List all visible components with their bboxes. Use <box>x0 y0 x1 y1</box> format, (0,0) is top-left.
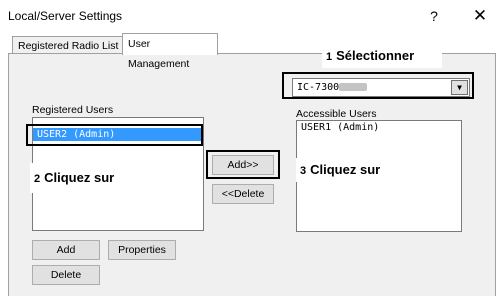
delete-user-button[interactable]: Delete <box>32 265 100 285</box>
tab-user-management[interactable]: User Management <box>122 33 218 70</box>
callout-2-text: Cliquez sur <box>44 170 115 185</box>
callout-1-number: 1 <box>326 51 333 63</box>
help-button[interactable]: ? <box>422 6 446 26</box>
accessible-users-label: Accessible Users <box>296 108 377 120</box>
radio-select[interactable]: IC-7300 ▼ <box>292 78 470 97</box>
delete-from-accessible-button[interactable]: <<Delete <box>212 184 274 204</box>
close-icon[interactable]: ✕ <box>468 6 492 26</box>
list-item[interactable]: USER1 (Admin) <box>297 121 461 134</box>
add-to-accessible-button[interactable]: Add>> <box>212 155 274 175</box>
callout-3: 3 Cliquez sur <box>296 158 428 182</box>
radio-select-value: IC-7300 <box>297 82 340 93</box>
callout-1: 1 Sélectionner <box>322 44 442 68</box>
callout-2-number: 2 <box>34 173 41 185</box>
window-title: Local/Server Settings <box>8 9 123 23</box>
add-user-button[interactable]: Add <box>32 240 100 260</box>
callout-3-number: 3 <box>300 165 307 177</box>
properties-button[interactable]: Properties <box>108 240 176 260</box>
chevron-down-icon[interactable]: ▼ <box>451 80 468 95</box>
callout-3-text: Cliquez sur <box>310 162 381 177</box>
redacted-serial <box>339 83 367 91</box>
registered-users-label: Registered Users <box>32 104 114 116</box>
callout-1-text: Sélectionner <box>336 48 415 63</box>
registered-user-highlight <box>26 124 203 146</box>
callout-2: 2 Cliquez sur <box>30 163 160 193</box>
